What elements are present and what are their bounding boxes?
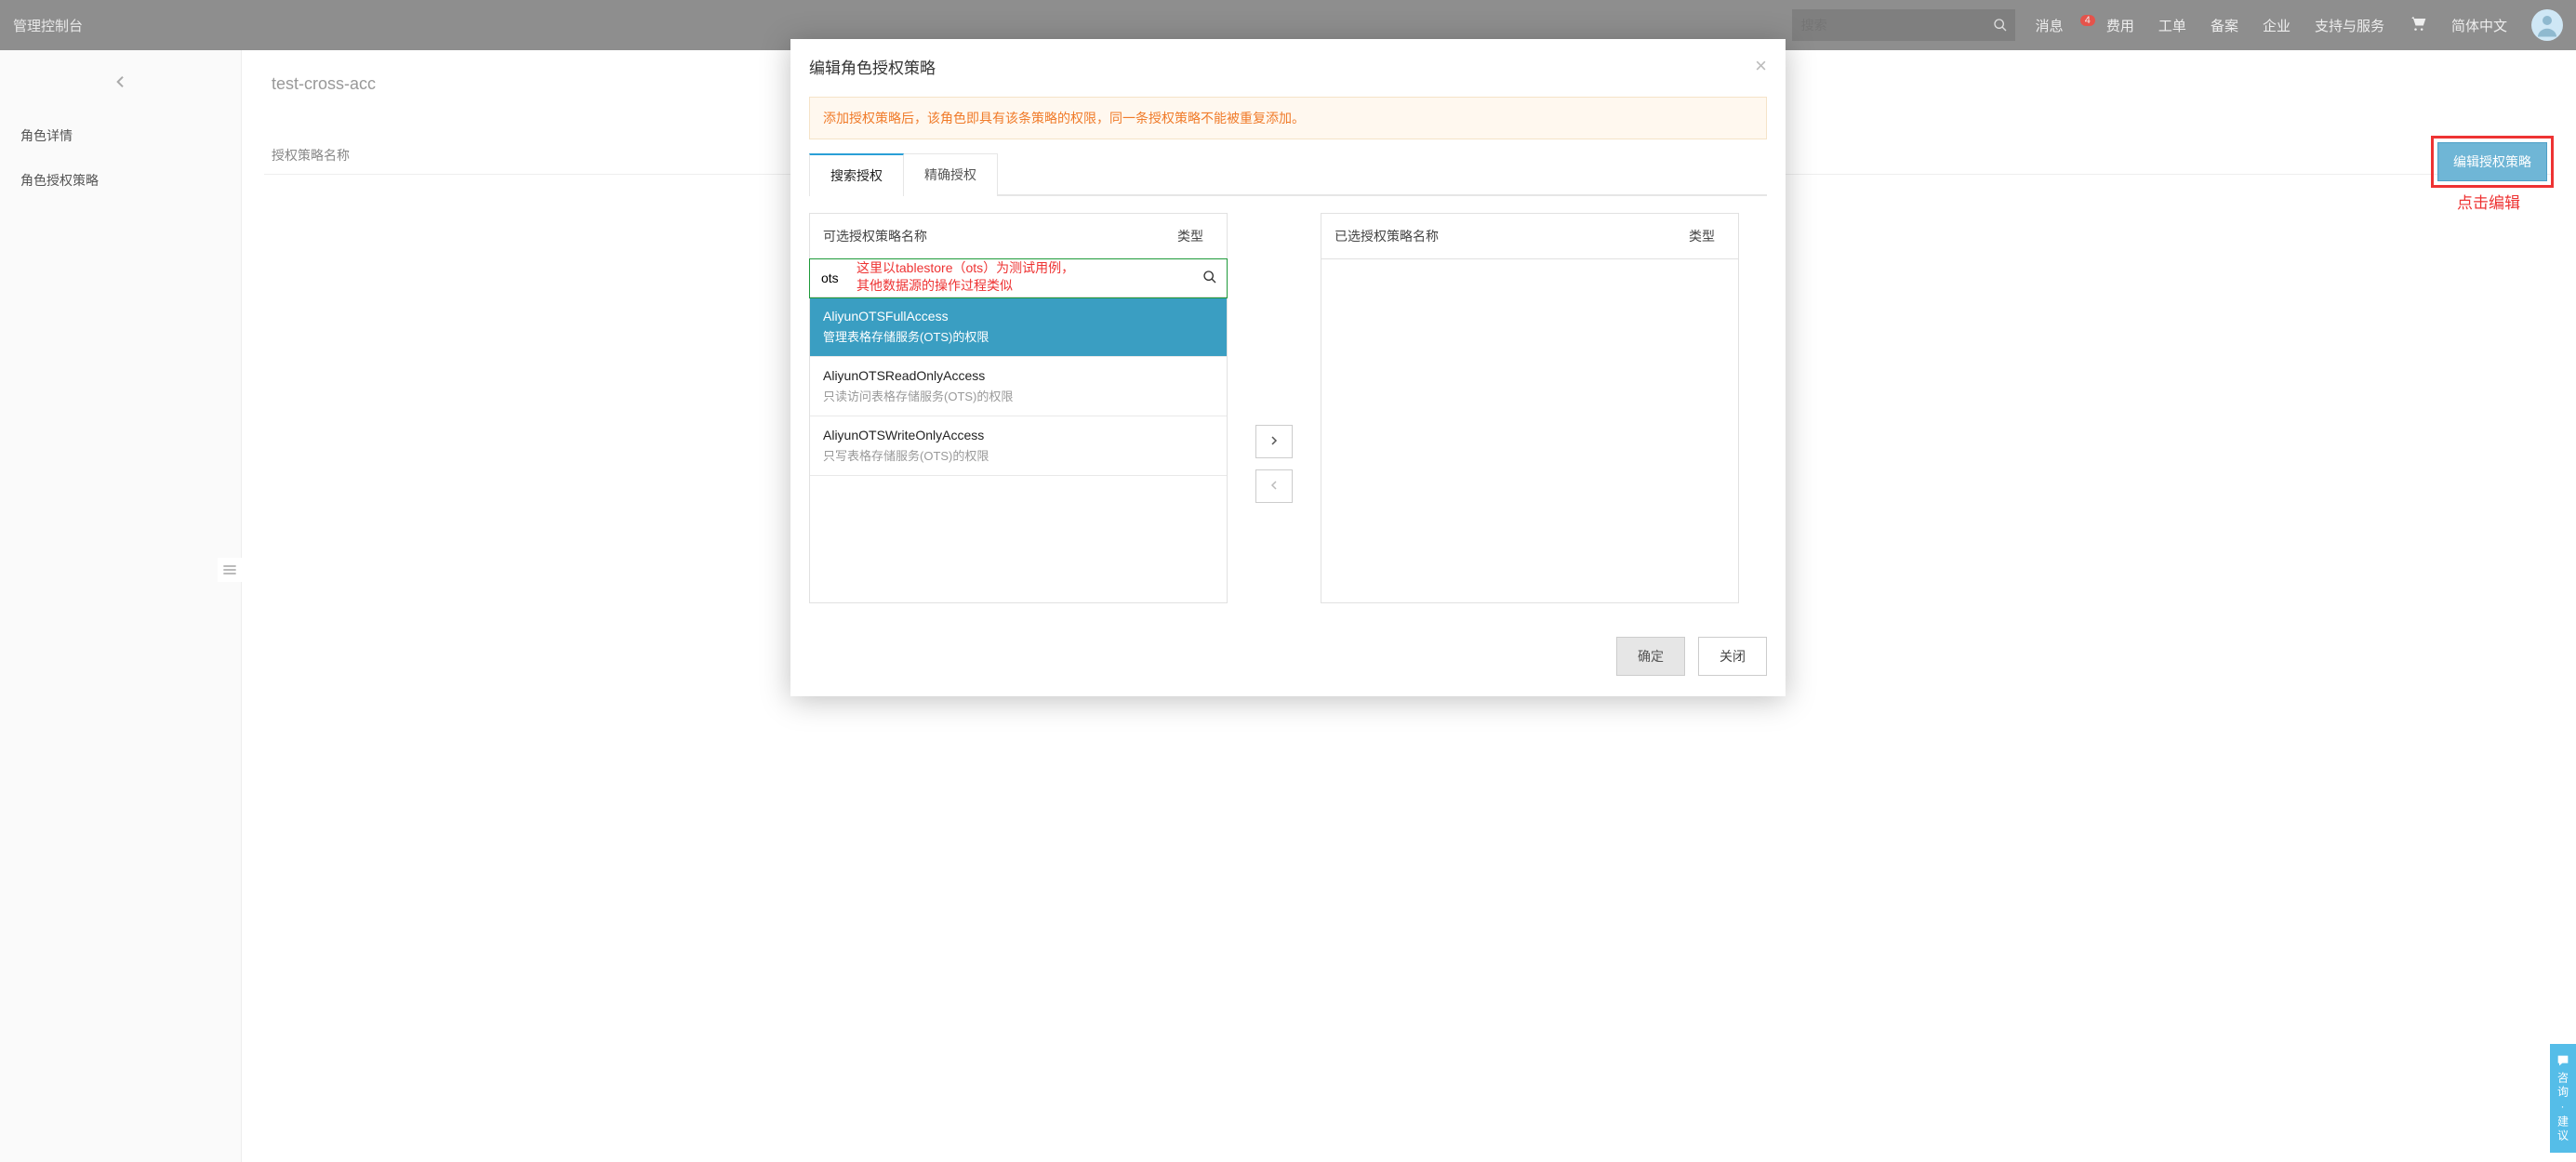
policy-search-input[interactable] (810, 259, 1193, 297)
modal-tabs: 搜索授权 精确授权 (809, 152, 1767, 196)
modal-footer: 确定 关闭 (790, 622, 1786, 696)
modal-header: 编辑角色授权策略 × (790, 39, 1786, 93)
selected-header-name: 已选授权策略名称 (1334, 227, 1679, 245)
ok-button[interactable]: 确定 (1616, 637, 1685, 676)
available-header-type: 类型 (1167, 227, 1214, 245)
search-icon[interactable] (1193, 270, 1227, 287)
available-header-name: 可选授权策略名称 (823, 227, 1167, 245)
policy-item[interactable]: AliyunOTSFullAccess 管理表格存储服务(OTS)的权限 (810, 297, 1227, 357)
available-header: 可选授权策略名称 类型 (810, 214, 1227, 259)
move-right-button[interactable] (1255, 425, 1293, 458)
modal-body: 添加授权策略后，该角色即具有该条策略的权限，同一条授权策略不能被重复添加。 搜索… (790, 97, 1786, 622)
policy-name: AliyunOTSReadOnlyAccess (823, 368, 1214, 383)
available-policies-box: 可选授权策略名称 类型 这里以tablestore（ots）为测试用例， 其他数… (809, 213, 1228, 603)
modal-mask: 编辑角色授权策略 × 添加授权策略后，该角色即具有该条策略的权限，同一条授权策略… (0, 0, 2576, 1162)
policy-item[interactable]: AliyunOTSReadOnlyAccess 只读访问表格存储服务(OTS)的… (810, 357, 1227, 416)
transfer-arrows (1246, 213, 1302, 603)
policy-item[interactable]: AliyunOTSWriteOnlyAccess 只写表格存储服务(OTS)的权… (810, 416, 1227, 476)
selected-policies-box: 已选授权策略名称 类型 (1321, 213, 1739, 603)
policy-desc: 只写表格存储服务(OTS)的权限 (823, 446, 1214, 464)
tab-search-auth[interactable]: 搜索授权 (809, 153, 904, 196)
selected-header-type: 类型 (1679, 227, 1725, 245)
selected-policy-list (1321, 259, 1738, 602)
feedback-label: 咨询·建议 (2556, 1072, 2571, 1143)
policy-desc: 只读访问表格存储服务(OTS)的权限 (823, 387, 1214, 404)
policy-desc: 管理表格存储服务(OTS)的权限 (823, 327, 1214, 345)
selected-header: 已选授权策略名称 类型 (1321, 214, 1738, 259)
move-left-button[interactable] (1255, 469, 1293, 503)
cancel-button[interactable]: 关闭 (1698, 637, 1767, 676)
policy-name: AliyunOTSFullAccess (823, 309, 1214, 324)
edit-role-policy-modal: 编辑角色授权策略 × 添加授权策略后，该角色即具有该条策略的权限，同一条授权策略… (790, 39, 1786, 696)
tab-exact-auth[interactable]: 精确授权 (904, 153, 998, 196)
policy-name: AliyunOTSWriteOnlyAccess (823, 428, 1214, 442)
available-policy-list: AliyunOTSFullAccess 管理表格存储服务(OTS)的权限 Ali… (810, 297, 1227, 602)
feedback-tab[interactable]: 咨询·建议 (2550, 1044, 2576, 1153)
modal-title: 编辑角色授权策略 (809, 55, 936, 78)
policy-search-row: 这里以tablestore（ots）为测试用例， 其他数据源的操作过程类似 (810, 259, 1227, 297)
dual-list: 可选授权策略名称 类型 这里以tablestore（ots）为测试用例， 其他数… (809, 213, 1767, 603)
close-icon[interactable]: × (1755, 54, 1767, 78)
modal-alert: 添加授权策略后，该角色即具有该条策略的权限，同一条授权策略不能被重复添加。 (809, 97, 1767, 139)
